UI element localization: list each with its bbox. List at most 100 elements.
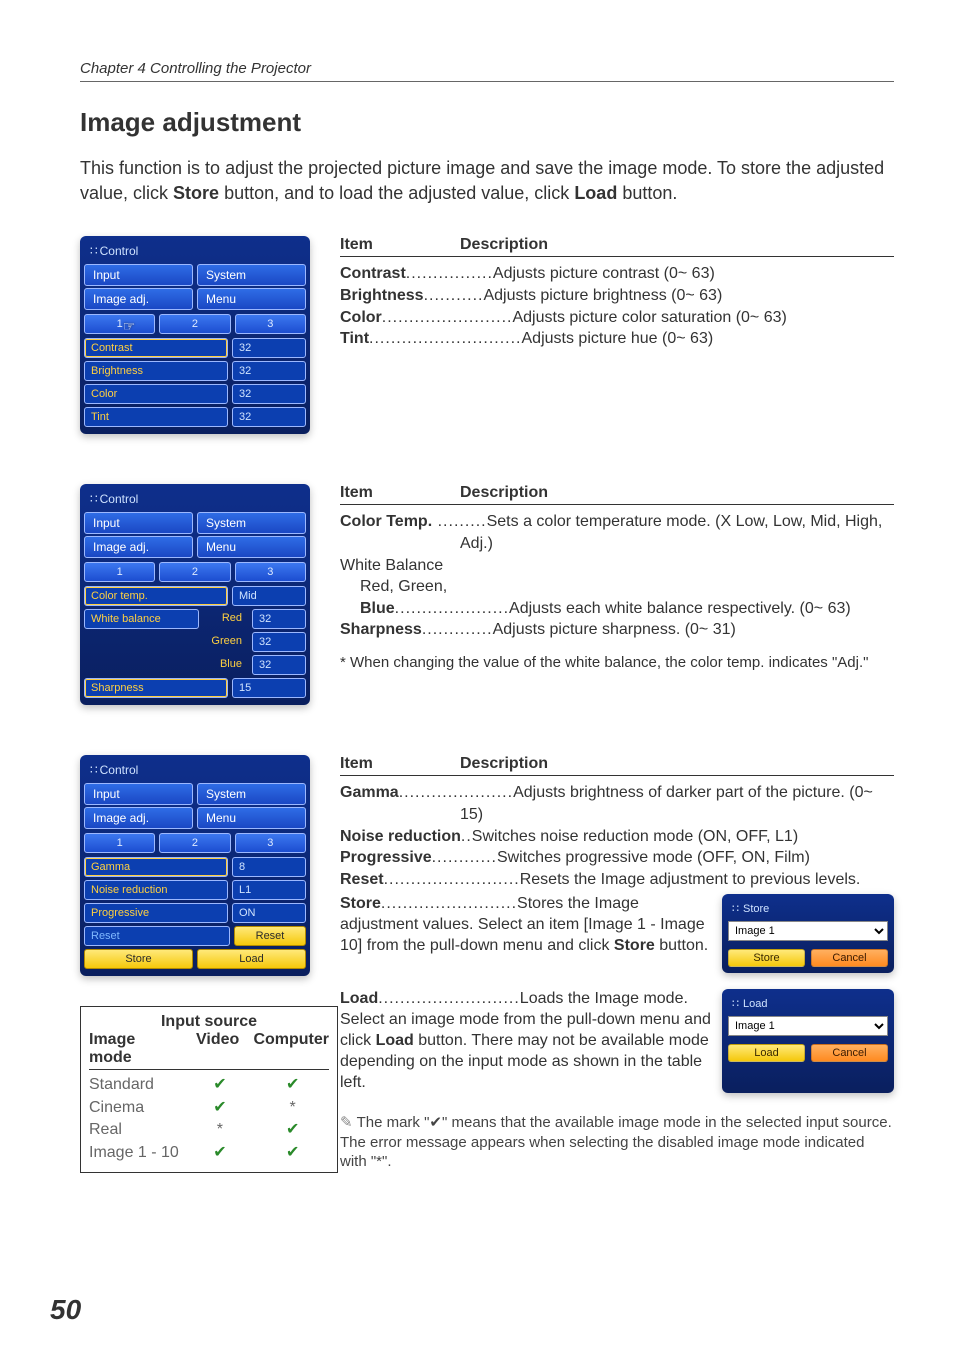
reset-label: Reset [84, 926, 230, 946]
progressive-label[interactable]: Progressive [84, 903, 228, 923]
progressive-value[interactable]: ON [232, 903, 306, 923]
dots: .......................... [378, 990, 520, 1007]
panel1-value[interactable]: 32 [232, 407, 306, 427]
image-adj-button[interactable]: Image adj. [84, 536, 193, 558]
panel1-label[interactable]: Color [84, 384, 228, 404]
panel1-label[interactable]: Brightness [84, 361, 228, 381]
nr-val: Switches noise reduction mode (ON, OFF, … [472, 828, 798, 845]
image-adj-button[interactable]: Image adj. [84, 807, 193, 829]
gamma-label[interactable]: Gamma [84, 857, 228, 877]
reset-val: Resets the Image adjustment to previous … [520, 871, 861, 888]
src-computer: ✔ [256, 1142, 329, 1164]
tab-3[interactable]: 3 [235, 314, 306, 334]
src-name: Standard [89, 1074, 184, 1096]
dots: .. [461, 828, 472, 845]
panel1-label[interactable]: Contrast [84, 338, 228, 358]
src-video: ✔ [184, 1097, 257, 1119]
dots: ..................... [395, 600, 509, 617]
tab-2[interactable]: 2 [159, 833, 230, 853]
input-button[interactable]: Input [84, 783, 193, 805]
panel-title-text: Control [100, 763, 139, 777]
menu-button[interactable]: Menu [197, 536, 306, 558]
desc-val: Adjusts picture contrast (0~ 63) [493, 265, 715, 282]
desc-line: Contrast................Adjusts picture … [340, 263, 894, 285]
load-button[interactable]: Load [197, 949, 306, 969]
nr-value[interactable]: L1 [232, 880, 306, 900]
system-button[interactable]: System [197, 264, 306, 286]
store-select[interactable]: Image 1 [728, 921, 888, 941]
gamma-value[interactable]: 8 [232, 857, 306, 877]
wb-green-value[interactable]: 32 [252, 632, 306, 652]
wb-red-value[interactable]: 32 [252, 609, 306, 629]
panel1-value[interactable]: 32 [232, 384, 306, 404]
load-mini-load-button[interactable]: Load [728, 1044, 805, 1062]
tab-1[interactable]: 1 [84, 314, 155, 334]
tab-3[interactable]: 3 [235, 833, 306, 853]
panel1-value[interactable]: 32 [232, 338, 306, 358]
desc-header-3: Item Description [340, 755, 894, 776]
src-row: Image 1 - 10✔✔ [89, 1142, 329, 1164]
dots: ................ [406, 265, 493, 282]
nr-key: Noise reduction [340, 828, 461, 845]
color-temp-label[interactable]: Color temp. [84, 586, 228, 606]
hdr-desc: Description [460, 236, 548, 254]
desc-key: Tint [340, 330, 369, 347]
store-mini-title: Store [743, 903, 769, 915]
desc-sharpness: Sharpness.............Adjusts picture sh… [340, 619, 894, 641]
desc-key: Color [340, 309, 382, 326]
wb-sub: Red, Green, [340, 576, 894, 598]
panel-title: ∷Control [84, 759, 306, 781]
dots: ..................... [399, 784, 513, 801]
nr-label[interactable]: Noise reduction [84, 880, 228, 900]
system-button[interactable]: System [197, 512, 306, 534]
desc-val: Adjusts picture hue (0~ 63) [522, 330, 714, 347]
desc-header-1: Item Description [340, 236, 894, 257]
menu-button[interactable]: Menu [197, 288, 306, 310]
tab-2[interactable]: 2 [159, 314, 230, 334]
dots: ............. [422, 621, 493, 638]
intro-text-c: button, and to load the adjusted value, … [219, 183, 574, 203]
panel-title: ∷Control [84, 488, 306, 510]
sharpness-label[interactable]: Sharpness [84, 678, 228, 698]
tab-1[interactable]: 1 [84, 833, 155, 853]
store-button[interactable]: Store [84, 949, 193, 969]
store-mini-cancel-button[interactable]: Cancel [811, 949, 888, 967]
src-row: Cinema✔* [89, 1097, 329, 1119]
reset-key: Reset [340, 871, 384, 888]
panel-title-text: Control [100, 244, 139, 258]
intro-paragraph: This function is to adjust the projected… [80, 156, 894, 206]
intro-load-bold: Load [574, 183, 617, 203]
colortemp-key: Color Temp. [340, 513, 432, 530]
dots: ............................ [369, 330, 521, 347]
system-button[interactable]: System [197, 783, 306, 805]
desc-reset: Reset.........................Resets the… [340, 869, 894, 891]
src-row: Standard✔✔ [89, 1074, 329, 1096]
input-button[interactable]: Input [84, 512, 193, 534]
wb-blue-value[interactable]: 32 [252, 655, 306, 675]
blue-key: Blue [360, 600, 395, 617]
input-button[interactable]: Input [84, 264, 193, 286]
input-source-table: Input source Image mode Video Computer S… [80, 1006, 338, 1173]
load-bold: Load [376, 1032, 414, 1049]
tab-1[interactable]: 1 [84, 562, 155, 582]
desc-line: Tint............................Adjusts … [340, 328, 894, 350]
menu-button[interactable]: Menu [197, 807, 306, 829]
color-temp-value[interactable]: Mid [232, 586, 306, 606]
section-title: Image adjustment [80, 107, 894, 138]
store-mini-store-button[interactable]: Store [728, 949, 805, 967]
desc-gamma: Gamma.....................Adjusts bright… [340, 782, 894, 804]
panel1-value[interactable]: 32 [232, 361, 306, 381]
store-mini-panel: ∷Store Image 1 Store Cancel [722, 894, 894, 973]
tab-2[interactable]: 2 [159, 562, 230, 582]
sharpness-value[interactable]: 15 [232, 678, 306, 698]
load-mini-cancel-button[interactable]: Cancel [811, 1044, 888, 1062]
hdr-desc: Description [460, 484, 548, 502]
src-computer: * [256, 1097, 329, 1119]
image-adj-button[interactable]: Image adj. [84, 288, 193, 310]
control-panel-3: ∷Control Input System Image adj. Menu 1 … [80, 755, 310, 976]
tab-3[interactable]: 3 [235, 562, 306, 582]
panel1-label[interactable]: Tint [84, 407, 228, 427]
load-select[interactable]: Image 1 [728, 1016, 888, 1036]
hdr-desc: Description [460, 755, 548, 773]
reset-button[interactable]: Reset [234, 926, 306, 946]
